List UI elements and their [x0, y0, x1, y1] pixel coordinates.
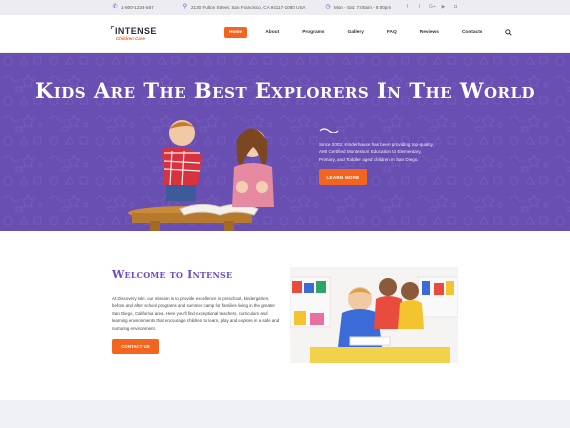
logo-name: INTENSE — [115, 26, 157, 36]
footer-band — [0, 400, 570, 428]
phone-icon: ✆ — [112, 4, 118, 10]
welcome-title: Welcome to Intense — [112, 268, 233, 281]
youtube-icon[interactable]: ▶ — [441, 4, 446, 10]
google-plus-icon[interactable]: G+ — [429, 4, 436, 10]
nav-item-contacts[interactable]: Contacts — [457, 27, 488, 38]
phone-info[interactable]: ✆ 1-800-1234-567 — [112, 4, 154, 10]
site-logo[interactable]: INTENSE Children Care — [111, 26, 157, 41]
welcome-description: At Discovery Isle, our mission is to pro… — [112, 296, 280, 331]
clock-icon: ◷ — [325, 4, 331, 10]
logo-mark — [111, 26, 114, 29]
hero-title: Kids Are The Best Explorers In The World — [34, 78, 536, 103]
site-header: INTENSE Children Care Home About Program… — [0, 15, 570, 53]
nav-item-programs[interactable]: Programs — [297, 27, 329, 38]
location-pin-icon: ⚲ — [182, 4, 188, 10]
social-links: f t G+ ▶ ◘ — [405, 4, 458, 10]
address-info: ⚲ 2130 Fulton Street, San Francisco, CA … — [182, 4, 306, 10]
hero-description: Since 2003, Kinderhause has been providi… — [319, 142, 434, 162]
phone-text: 1-800-1234-567 — [121, 4, 154, 10]
nav-item-faq[interactable]: FAQ — [382, 27, 402, 38]
address-text: 2130 Fulton Street, San Francisco, CA 94… — [191, 4, 306, 10]
learn-more-button[interactable]: LEARN MORE — [319, 169, 367, 185]
main-nav: Home About Programs Gallery FAQ Reviews … — [224, 27, 512, 38]
classroom-photo — [290, 267, 458, 363]
nav-item-reviews[interactable]: Reviews — [415, 27, 444, 38]
hero-section: Kids Are The Best Explorers In The World… — [0, 53, 570, 231]
facebook-icon[interactable]: f — [405, 4, 410, 10]
search-icon[interactable] — [504, 29, 512, 37]
instagram-icon[interactable]: ◘ — [453, 4, 458, 10]
contact-us-button[interactable]: CONTACT US — [112, 339, 159, 354]
hours-text: Mon - Sat: 7:00am - 8:00pm — [334, 4, 392, 10]
logo-tagline: Children Care — [116, 36, 145, 41]
hero-divider-wave-icon — [319, 128, 339, 133]
nav-item-gallery[interactable]: Gallery — [343, 27, 369, 38]
twitter-icon[interactable]: t — [417, 4, 422, 10]
top-info-bar: ✆ 1-800-1234-567 ⚲ 2130 Fulton Street, S… — [0, 0, 570, 15]
nav-item-home[interactable]: Home — [224, 27, 248, 38]
hero-kids-image — [128, 120, 274, 231]
hours-info: ◷ Mon - Sat: 7:00am - 8:00pm — [325, 4, 391, 10]
nav-item-about[interactable]: About — [260, 27, 284, 38]
